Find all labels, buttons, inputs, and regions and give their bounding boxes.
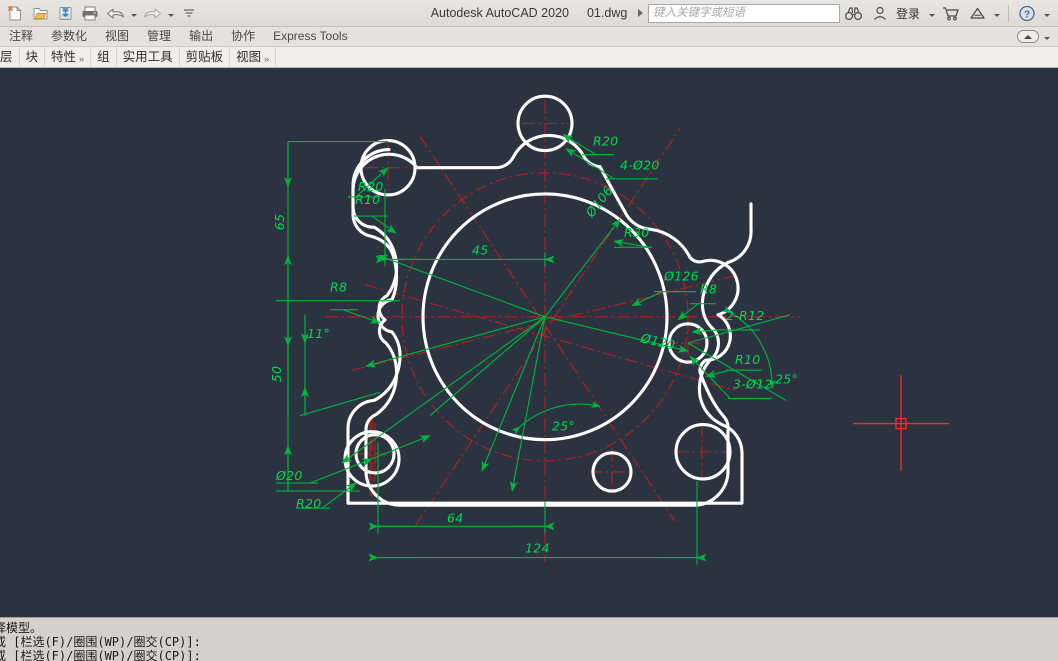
dim-width-124: 124	[525, 540, 550, 555]
dim-angle-11: 11°	[307, 326, 330, 341]
ribbon-options-dropdown-icon[interactable]	[1041, 30, 1052, 44]
command-line-row-1: 择模型。	[0, 621, 43, 635]
tab-output[interactable]: 输出	[180, 27, 222, 46]
dim-r8-left: R8	[330, 280, 347, 295]
print-icon[interactable]	[78, 2, 102, 24]
login-label[interactable]: 登录	[894, 5, 924, 22]
autodesk-dropdown-icon[interactable]	[991, 2, 1002, 24]
undo-icon[interactable]	[103, 2, 127, 24]
panel-block[interactable]: 块	[20, 47, 46, 67]
redo-dropdown-icon[interactable]	[165, 2, 176, 24]
dim-r10-right: R10	[735, 352, 760, 367]
account-dropdown-icon[interactable]	[926, 2, 937, 24]
panel-clipboard-label: 剪贴板	[185, 50, 224, 64]
panel-layers-label: 层	[0, 50, 13, 64]
ribbon-controls	[1017, 30, 1058, 44]
panel-block-label: 块	[25, 50, 39, 64]
save-file-icon[interactable]	[53, 2, 77, 24]
search-area	[634, 3, 840, 23]
ribbon-tab-bar: 注释 参数化 视图 管理 输出 协作 Express Tools	[0, 27, 1058, 47]
dim-r30: R30	[624, 225, 649, 240]
dim-r8-right: R8	[700, 282, 717, 297]
customize-qat-icon[interactable]	[177, 2, 201, 24]
dim-three-dia12: 3-Ø12	[733, 376, 773, 391]
dim-angle-25-bottom: 25°	[552, 419, 575, 434]
tab-express-tools[interactable]: Express Tools	[264, 27, 356, 46]
crosshair-cursor	[853, 375, 949, 471]
dim-r10-left: R10	[355, 192, 380, 207]
dim-four-dia20: 4-Ø20	[620, 158, 660, 173]
dim-dia126: Ø126	[663, 269, 699, 284]
dim-width-45: 45	[472, 242, 489, 257]
tab-collaborate[interactable]: 协作	[222, 27, 264, 46]
panel-utilities-label: 实用工具	[122, 50, 173, 64]
autodesk-icon[interactable]	[965, 2, 989, 24]
panel-properties-label: 特性	[51, 50, 77, 64]
panel-view-label: 视图	[236, 50, 262, 64]
binoculars-icon[interactable]	[842, 2, 866, 24]
person-icon[interactable]	[868, 2, 892, 24]
dim-dia20-bottom: Ø20	[275, 468, 303, 483]
dim-height-65: 65	[272, 214, 287, 231]
cad-drawing: .geo { fill:none; stroke:#ffffff; stroke…	[269, 94, 949, 565]
toolbar-divider	[1008, 4, 1009, 22]
redo-icon[interactable]	[140, 2, 164, 24]
title-bar: Autodesk AutoCAD 2020 01.dwg 登录	[0, 0, 1058, 27]
help-icon[interactable]: ?	[1015, 2, 1039, 24]
panel-view-expand-icon[interactable]: »	[264, 49, 269, 67]
drawing-canvas[interactable]: .geo { fill:none; stroke:#ffffff; stroke…	[0, 68, 1058, 617]
dim-two-r12: 2-R12	[726, 308, 765, 323]
command-line-row-2: 或 [栏选(F)/圈围(WP)/圈交(CP)]:	[0, 635, 201, 649]
svg-text:?: ?	[1024, 9, 1030, 20]
autocad-window: Autodesk AutoCAD 2020 01.dwg 登录	[0, 0, 1058, 661]
search-input[interactable]	[647, 3, 840, 23]
panel-groups[interactable]: 组	[91, 47, 117, 67]
panel-view[interactable]: 视图 »	[230, 47, 277, 67]
panel-properties-expand-icon[interactable]: »	[79, 49, 84, 67]
dim-angle-25-right: 25°	[775, 371, 798, 386]
minimize-ribbon-icon[interactable]	[1017, 30, 1039, 43]
search-expand-icon[interactable]	[634, 9, 648, 17]
tab-view[interactable]: 视图	[96, 27, 138, 46]
title-bar-right: 登录 ?	[634, 2, 1058, 24]
panel-utilities[interactable]: 实用工具	[117, 47, 180, 67]
dim-height-50: 50	[269, 366, 284, 383]
panel-clipboard[interactable]: 剪贴板	[180, 47, 231, 67]
tab-parametric[interactable]: 参数化	[42, 27, 96, 46]
dim-width-64: 64	[447, 510, 464, 525]
open-file-icon[interactable]	[28, 2, 52, 24]
app-name: Autodesk AutoCAD 2020	[430, 6, 569, 20]
dim-r20-top: R20	[593, 134, 618, 149]
command-line-row-3: 或 [栏选(F)/圈围(WP)/圈交(CP)]:	[0, 649, 201, 661]
panel-properties[interactable]: 特性 »	[45, 47, 92, 67]
dim-r20-bottom: R20	[296, 496, 321, 511]
command-line[interactable]: 择模型。 或 [栏选(F)/圈围(WP)/圈交(CP)]: 或 [栏选(F)/圈…	[0, 617, 1058, 661]
new-file-icon[interactable]	[3, 2, 27, 24]
panel-layers[interactable]: 层	[0, 47, 20, 67]
help-dropdown-icon[interactable]	[1041, 2, 1052, 24]
tab-manage[interactable]: 管理	[138, 27, 180, 46]
quick-access-toolbar	[0, 2, 201, 24]
ribbon-panel-row: 层 块 特性 » 组 实用工具 剪贴板 视图 »	[0, 47, 1058, 68]
undo-dropdown-icon[interactable]	[128, 2, 139, 24]
cart-icon[interactable]	[939, 2, 963, 24]
document-name: 01.dwg	[586, 6, 628, 20]
panel-groups-label: 组	[97, 50, 110, 64]
tab-annotate[interactable]: 注释	[0, 27, 42, 46]
